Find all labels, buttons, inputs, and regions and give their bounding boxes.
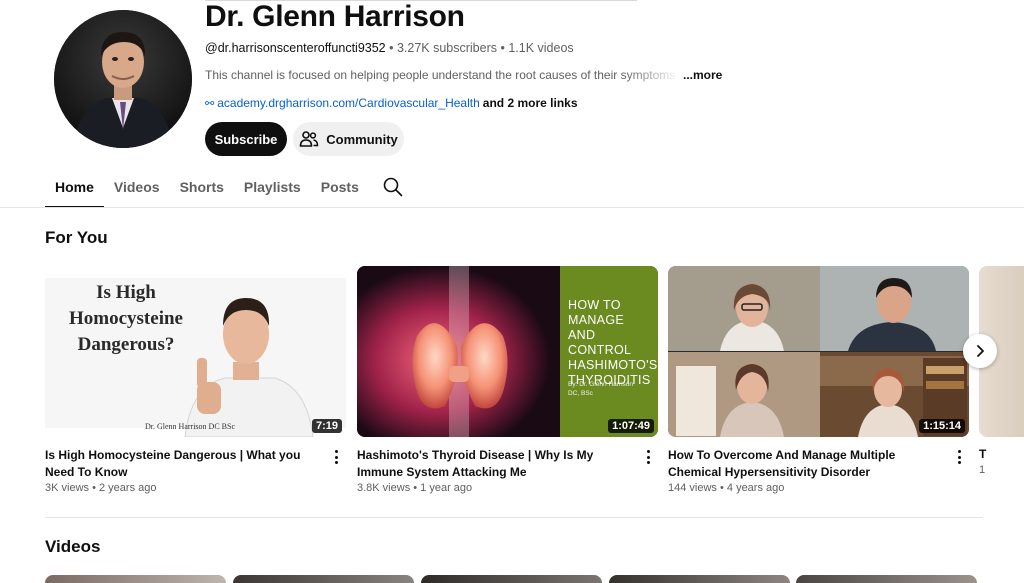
meta-separator: • [716,482,727,494]
community-button-label: Community [326,131,398,147]
video-title[interactable]: Hashimoto's Thyroid Disease | Why Is My … [357,447,635,481]
video-meta: 3.8K views • 1 year ago [357,482,472,494]
carousel-next-button[interactable] [963,334,997,368]
vertical-dots-icon [646,450,650,453]
channel-tabs: Home Videos Shorts Playlists Posts [45,170,369,208]
tab-videos[interactable]: Videos [104,170,170,208]
avatar-portrait-image [54,10,192,148]
more-links-button[interactable]: and 2 more links [483,96,578,110]
section-divider [45,517,983,518]
thumbnail-headline: HOW TO MANAGE AND CONTROL HASHIMOTO'S TH… [568,298,658,387]
video-card[interactable]: 1:15:14 How To Overcome And Manage Multi… [668,266,969,494]
video-age: 2 years ago [99,482,157,494]
channel-handle: @dr.harrisonscenteroffuncti9352 [205,41,386,55]
meta-separator: • [385,41,397,55]
video-thumbnail-partial[interactable] [421,575,602,583]
video-thumbnail-partial[interactable] [609,575,790,583]
video-menu-button[interactable] [955,448,963,466]
video-thumbnail-partial[interactable] [45,575,226,583]
video-age: 4 years ago [726,482,785,494]
video-card[interactable]: Is High Homocysteine Dangerous? Dr. Glen… [45,266,346,494]
link-icon: ⚯ [205,98,215,110]
description-more-link[interactable]: ...more [683,68,722,82]
tabs-divider [0,207,1024,208]
thumbnail-headline: Is High Homocysteine Dangerous? [69,282,183,355]
video-views: 3K views [45,482,90,494]
video-meta: 3K views • 2 years ago [45,482,156,494]
video-card[interactable]: HOW TO MANAGE AND CONTROL HASHIMOTO'S TH… [357,266,658,494]
channel-links: ⚯ academy.drgharrison.com/Cardiovascular_… [205,96,578,110]
meta-separator: • [89,482,99,494]
video-menu-button[interactable] [332,448,340,466]
video-title[interactable]: How To Overcome And Manage Multiple Chem… [668,447,946,481]
video-duration: 1:07:49 [608,419,654,433]
channel-name: Dr. Glenn Harrison [205,0,465,33]
video-duration: 7:19 [311,419,342,433]
subscriber-count: 3.27K subscribers [396,41,498,55]
channel-search-button[interactable] [382,176,404,198]
video-views: 3.8K views [357,482,411,494]
channel-meta: @dr.harrisonscenteroffuncti9352 • 3.27K … [205,41,574,55]
video-title-partial-line2: 1 [979,464,986,476]
video-count: 1.1K videos [508,41,574,55]
vertical-dots-icon [957,450,961,453]
tab-home[interactable]: Home [45,170,104,208]
video-title[interactable]: Is High Homocysteine Dangerous | What yo… [45,447,323,481]
people-icon [299,131,319,147]
video-thumbnail[interactable]: HOW TO MANAGE AND CONTROL HASHIMOTO'S TH… [357,266,658,437]
video-age: 1 year ago [420,482,473,494]
thumbnail-image [668,266,969,437]
video-duration: 1:15:14 [919,419,965,433]
video-title-partial[interactable]: T [979,447,986,461]
video-thumbnail-partial[interactable] [796,575,977,583]
channel-description[interactable]: This channel is focused on helping peopl… [205,68,725,82]
videos-section-title: Videos [45,537,101,556]
video-thumbnail[interactable]: 1:15:14 [668,266,969,437]
thumbnail-caption: By: Dr. Glenn Harrison DC, BSc [568,381,634,397]
meta-separator: • [497,41,509,55]
video-meta: 144 views • 4 years ago [668,482,784,494]
video-thumbnail[interactable]: Is High Homocysteine Dangerous? Dr. Glen… [45,266,346,437]
video-menu-button[interactable] [644,448,652,466]
chevron-right-icon [977,345,984,357]
vertical-dots-icon [334,450,338,453]
for-you-section-title: For You [45,228,108,247]
search-icon [383,177,403,197]
community-button[interactable]: Community [293,122,404,156]
meta-separator: • [410,482,421,494]
channel-avatar[interactable] [54,10,192,148]
video-thumbnail-partial[interactable] [233,575,414,583]
thumbnail-caption: Dr. Glenn Harrison DC BSc [145,422,235,431]
tab-playlists[interactable]: Playlists [234,170,311,208]
subscribe-button[interactable]: Subscribe [205,122,287,156]
tab-posts[interactable]: Posts [311,170,369,208]
tab-shorts[interactable]: Shorts [170,170,234,208]
video-views: 144 views [668,482,717,494]
channel-link-url[interactable]: academy.drgharrison.com/Cardiovascular_H… [217,96,480,110]
description-text: This channel is focused on helping peopl… [205,68,676,82]
